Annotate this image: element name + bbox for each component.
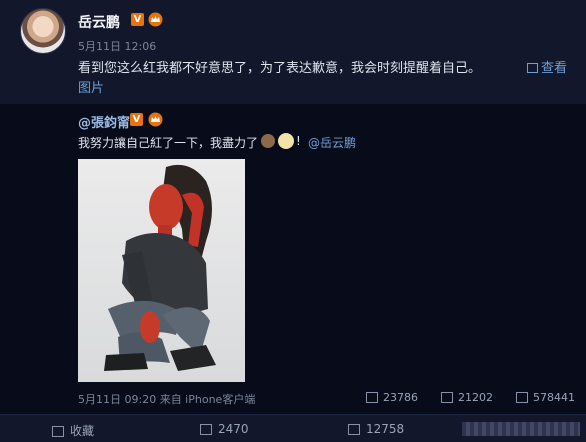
post-time[interactable]: 5月11日 12:06	[78, 38, 156, 54]
favorite-icon	[52, 426, 64, 437]
vip-crown-icon	[148, 112, 163, 127]
post-photo[interactable]	[78, 159, 245, 382]
photo-illustration	[104, 164, 216, 371]
repost-button-count: 2470	[218, 422, 249, 436]
emoji-icon	[261, 134, 275, 148]
view-image-link[interactable]: 查看	[527, 58, 567, 80]
repost-exclaim: !	[296, 134, 301, 148]
comment-button-count: 12758	[366, 422, 405, 436]
repost-content: 我努力讓自己紅了一下，我盡力了	[78, 136, 259, 150]
vip-crown-icon	[148, 12, 163, 27]
favorite-button[interactable]: 收藏	[52, 422, 94, 439]
repost-icon	[200, 424, 212, 435]
verified-badge-icon: V	[131, 13, 144, 26]
image-icon	[527, 63, 538, 73]
view-image-label-1[interactable]: 查看	[541, 61, 567, 76]
comment-button[interactable]: 12758	[348, 422, 404, 436]
comment-icon	[441, 392, 453, 403]
like-icon	[516, 392, 528, 403]
post-author[interactable]: 岳云鹏	[78, 12, 120, 32]
like-count[interactable]: 578441	[516, 391, 575, 404]
repost-author[interactable]: @張鈞甯	[78, 112, 130, 131]
verified-badge-icon: V	[130, 113, 143, 126]
comment-count-value: 21202	[458, 391, 493, 404]
repost-count-value: 23786	[383, 391, 418, 404]
mention-link[interactable]: @岳云鹏	[308, 134, 356, 151]
repost-meta[interactable]: 5月11日 09:20 来自 iPhone客户端	[78, 391, 255, 407]
post-content: 看到您这么红我都不好意思了，为了表达歉意，我会时刻提醒着自己。	[78, 61, 482, 76]
comment-icon	[348, 424, 360, 435]
repost-button[interactable]: 2470	[200, 422, 249, 436]
repost-icon	[366, 392, 378, 403]
emoji-icon	[278, 133, 294, 149]
favorite-label: 收藏	[70, 424, 95, 438]
avatar[interactable]	[20, 8, 66, 54]
comment-count[interactable]: 21202	[441, 391, 493, 404]
repost-count[interactable]: 23786	[366, 391, 418, 404]
like-count-value: 578441	[533, 391, 575, 404]
watermark-blur	[462, 422, 580, 436]
view-image-link-cont[interactable]: 图片	[78, 80, 104, 98]
